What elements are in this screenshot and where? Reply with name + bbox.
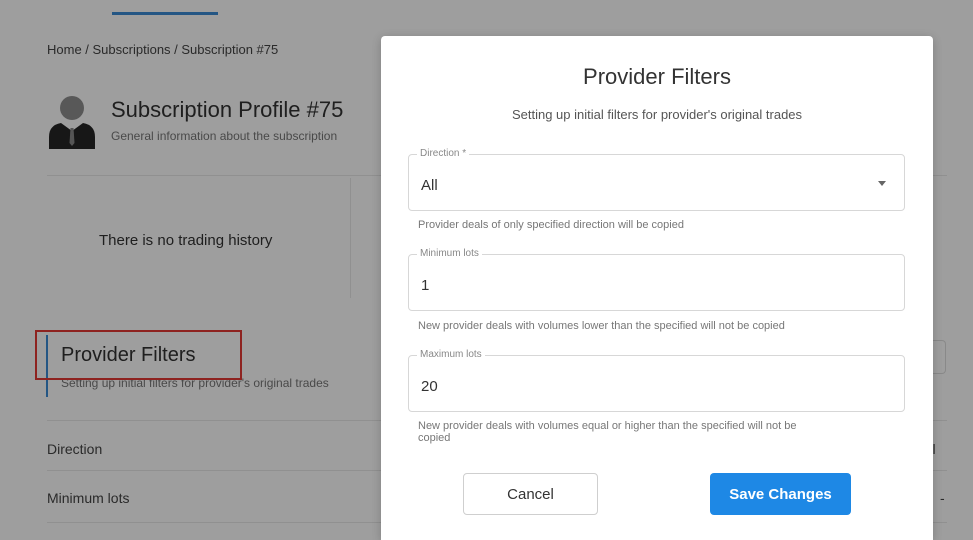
minimum-lots-label: Minimum lots: [417, 248, 482, 259]
minimum-lots-help: New provider deals with volumes lower th…: [418, 320, 785, 332]
cancel-button[interactable]: Cancel: [463, 473, 598, 515]
chevron-down-icon[interactable]: [878, 181, 886, 186]
maximum-lots-help-line: copied: [418, 432, 451, 444]
maximum-lots-input[interactable]: Maximum lots 20: [408, 349, 905, 412]
direction-select[interactable]: Direction * All: [408, 148, 905, 211]
maximum-lots-help-line: New provider deals with volumes equal or…: [418, 420, 797, 432]
dialog-subtitle: Setting up initial filters for provider'…: [511, 107, 803, 122]
minimum-lots-value: 1: [421, 277, 430, 294]
save-changes-button[interactable]: Save Changes: [710, 473, 851, 515]
direction-help: Provider deals of only specified directi…: [418, 219, 684, 231]
maximum-lots-help: New provider deals with volumes equal or…: [418, 420, 797, 444]
minimum-lots-input[interactable]: Minimum lots 1: [408, 248, 905, 311]
direction-value: All: [421, 177, 438, 194]
dialog-title: Provider Filters: [583, 64, 731, 89]
provider-filters-dialog: Provider Filters Setting up initial filt…: [381, 36, 933, 540]
direction-label: Direction *: [417, 148, 470, 159]
maximum-lots-value: 20: [421, 378, 438, 395]
maximum-lots-label: Maximum lots: [417, 349, 485, 360]
